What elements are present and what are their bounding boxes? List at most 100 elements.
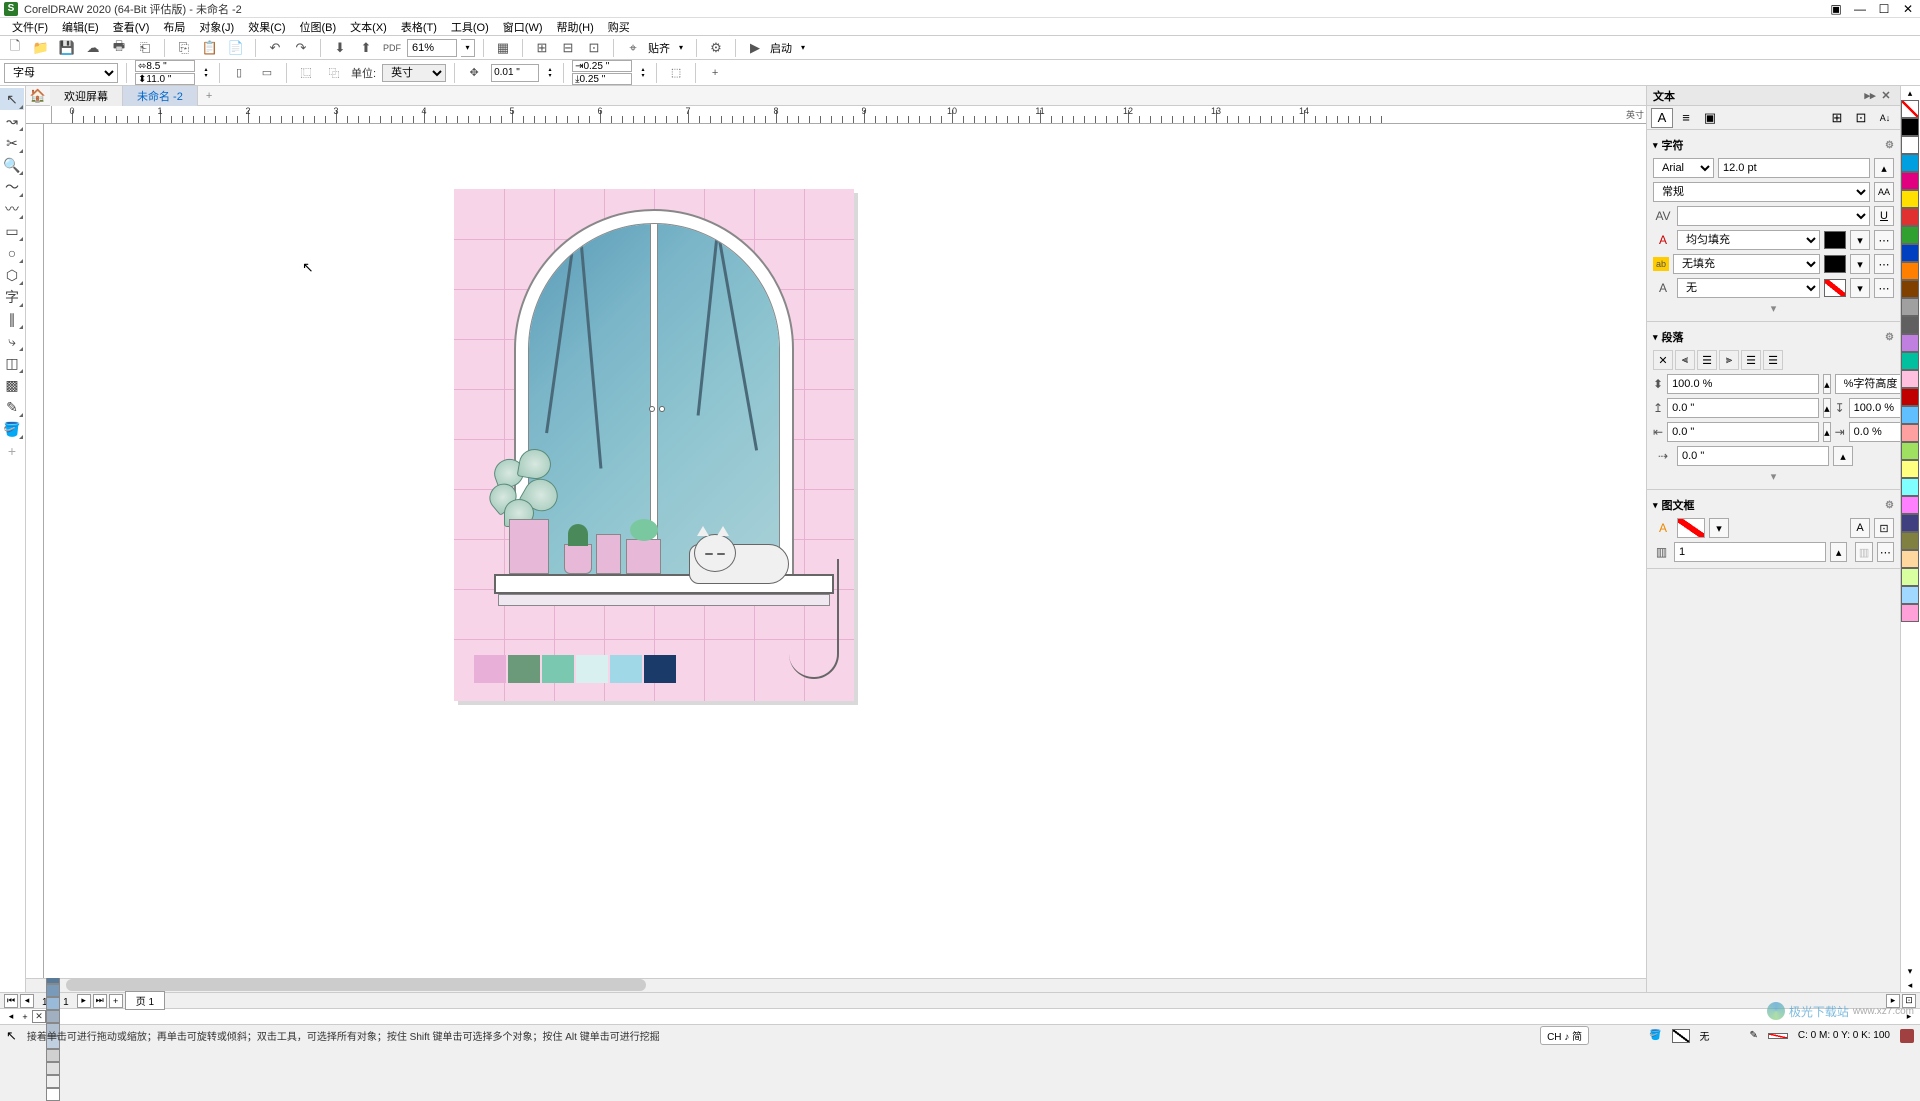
kerning-select[interactable] xyxy=(1677,206,1870,226)
menu-text[interactable]: 文本(X) xyxy=(344,19,393,35)
palette-swatch[interactable] xyxy=(1901,604,1919,622)
palette-swatch[interactable] xyxy=(1901,208,1919,226)
menu-effects[interactable]: 效果(C) xyxy=(242,19,291,35)
maximize-button[interactable]: ☐ xyxy=(1876,2,1892,16)
preset-select[interactable]: 字母 xyxy=(4,63,118,83)
palette-swatch[interactable] xyxy=(1901,280,1919,298)
doc-palette-swatch[interactable] xyxy=(46,1075,60,1088)
palette-swatch[interactable] xyxy=(1901,190,1919,208)
full-justify-button[interactable]: ☰ xyxy=(1763,350,1783,370)
page-tab[interactable]: 页 1 xyxy=(125,991,165,1010)
bg-fill-select[interactable]: 无填充 xyxy=(1673,254,1820,274)
first-page-button[interactable]: ⏮ xyxy=(4,994,18,1008)
fill-dropdown[interactable]: ▾ xyxy=(1850,230,1870,250)
freehand-tool[interactable]: ～ xyxy=(0,176,24,198)
paragraph-section-header[interactable]: ▾段落⚙ xyxy=(1653,326,1894,348)
zoom-tool[interactable]: 🔍 xyxy=(0,154,24,176)
doc-palette-left[interactable]: ◂ xyxy=(4,1010,18,1024)
frame-fill-swatch[interactable] xyxy=(1677,518,1705,538)
import-button[interactable]: ⬇ xyxy=(329,38,351,58)
new-frame-icon[interactable]: ⊞ xyxy=(1826,108,1848,128)
paragraph-tab-icon[interactable]: ≡ xyxy=(1675,108,1697,128)
docker-close-button[interactable]: ✕ xyxy=(1878,88,1894,104)
options-icon[interactable]: A↓ xyxy=(1874,108,1896,128)
bg-more-button[interactable]: ⋯ xyxy=(1874,254,1894,274)
page-artwork[interactable] xyxy=(454,189,854,701)
proof-icon[interactable] xyxy=(1900,1029,1914,1043)
ellipse-tool[interactable]: ○ xyxy=(0,242,24,264)
frame-fit-button[interactable]: ⊡ xyxy=(1874,518,1894,538)
horizontal-ruler[interactable]: 英寸 01234567891011121314 xyxy=(52,106,1646,124)
pdf-button[interactable]: PDF xyxy=(381,38,403,58)
transparency-tool[interactable]: ▩ xyxy=(0,374,24,396)
all-pages-button[interactable]: ⿺ xyxy=(295,63,317,83)
last-page-button[interactable]: ⏭ xyxy=(93,994,107,1008)
justify-button[interactable]: ☰ xyxy=(1741,350,1761,370)
no-align-button[interactable]: ✕ xyxy=(1653,350,1673,370)
nudge-input[interactable] xyxy=(491,64,539,82)
artwork-swatch[interactable] xyxy=(610,655,642,683)
palette-swatch[interactable] xyxy=(1901,316,1919,334)
first-line-input[interactable] xyxy=(1677,446,1829,466)
shape-tool[interactable]: ↝ xyxy=(0,110,24,132)
doc-palette-swatch[interactable] xyxy=(46,1049,60,1062)
redo-button[interactable]: ↷ xyxy=(290,38,312,58)
frame-section-header[interactable]: ▾图文框⚙ xyxy=(1653,494,1894,516)
align-center-button[interactable]: ☰ xyxy=(1697,350,1717,370)
save-button[interactable]: 💾 xyxy=(56,38,78,58)
menu-help[interactable]: 帮助(H) xyxy=(551,19,600,35)
menu-window[interactable]: 窗口(W) xyxy=(497,19,549,35)
font-family-select[interactable]: Arial xyxy=(1653,158,1714,178)
print-button[interactable]: 🖶 xyxy=(108,38,130,58)
rectangle-tool[interactable]: ▭ xyxy=(0,220,24,242)
artwork-swatch[interactable] xyxy=(542,655,574,683)
doc-palette-swatch[interactable] xyxy=(46,1010,60,1023)
palette-swatch[interactable] xyxy=(1901,118,1919,136)
paste-button[interactable]: 📋 xyxy=(199,38,221,58)
menu-layout[interactable]: 布局 xyxy=(157,19,191,35)
palette-swatch[interactable] xyxy=(1901,352,1919,370)
font-size-input[interactable] xyxy=(1718,158,1870,178)
align-left-button[interactable]: ⫷ xyxy=(1675,350,1695,370)
palette-swatch[interactable] xyxy=(1901,496,1919,514)
fill-type-select[interactable]: 均匀填充 xyxy=(1677,230,1820,250)
smallcaps-button[interactable]: AA xyxy=(1874,182,1894,202)
help-icon[interactable]: ▣ xyxy=(1828,2,1844,16)
align-right-button[interactable]: ⫸ xyxy=(1719,350,1739,370)
link-frame-icon[interactable]: ⊡ xyxy=(1850,108,1872,128)
next-page-button[interactable]: ▸ xyxy=(77,994,91,1008)
palette-swatch[interactable] xyxy=(1901,406,1919,424)
menu-object[interactable]: 对象(J) xyxy=(193,19,240,35)
underline-button[interactable]: U xyxy=(1874,206,1894,226)
palette-swatch[interactable] xyxy=(1901,262,1919,280)
left-indent-input[interactable] xyxy=(1667,422,1819,442)
artistic-tool[interactable]: 〰 xyxy=(0,198,24,220)
line-spacing-input[interactable] xyxy=(1667,374,1819,394)
close-button[interactable]: ✕ xyxy=(1900,2,1916,16)
menu-table[interactable]: 表格(T) xyxy=(395,19,443,35)
landscape-button[interactable]: ▭ xyxy=(256,63,278,83)
outline-more-button[interactable]: ⋯ xyxy=(1874,278,1894,298)
frame-tab-icon[interactable]: ▣ xyxy=(1699,108,1721,128)
portrait-button[interactable]: ▯ xyxy=(228,63,250,83)
page-height-input[interactable]: ⬍ 11.0 " xyxy=(135,73,195,85)
gear-icon[interactable]: ⚙ xyxy=(1885,332,1894,343)
artwork-swatch[interactable] xyxy=(644,655,676,683)
frame-more-button[interactable]: ⋯ xyxy=(1877,542,1894,562)
document-tab[interactable]: 未命名 -2 xyxy=(123,86,198,106)
export2-button[interactable]: ⬆ xyxy=(355,38,377,58)
palette-swatch[interactable] xyxy=(1901,298,1919,316)
snap-icon[interactable]: ⌖ xyxy=(622,38,644,58)
connector-tool[interactable]: ⤷ xyxy=(0,330,24,352)
eyedropper-tool[interactable]: ✎ xyxy=(0,396,24,418)
palette-swatch[interactable] xyxy=(1901,154,1919,172)
menu-file[interactable]: 文件(F) xyxy=(6,19,54,35)
frame-fill-dropdown[interactable]: ▾ xyxy=(1709,518,1729,538)
artwork-swatch[interactable] xyxy=(576,655,608,683)
menu-purchase[interactable]: 购买 xyxy=(602,19,636,35)
fill-indicator[interactable] xyxy=(1672,1029,1690,1043)
menu-bitmap[interactable]: 位图(B) xyxy=(294,19,343,35)
palette-swatch[interactable] xyxy=(1901,172,1919,190)
bg-color-chip[interactable] xyxy=(1824,255,1846,273)
columns-settings-button[interactable]: ▥ xyxy=(1855,542,1872,562)
